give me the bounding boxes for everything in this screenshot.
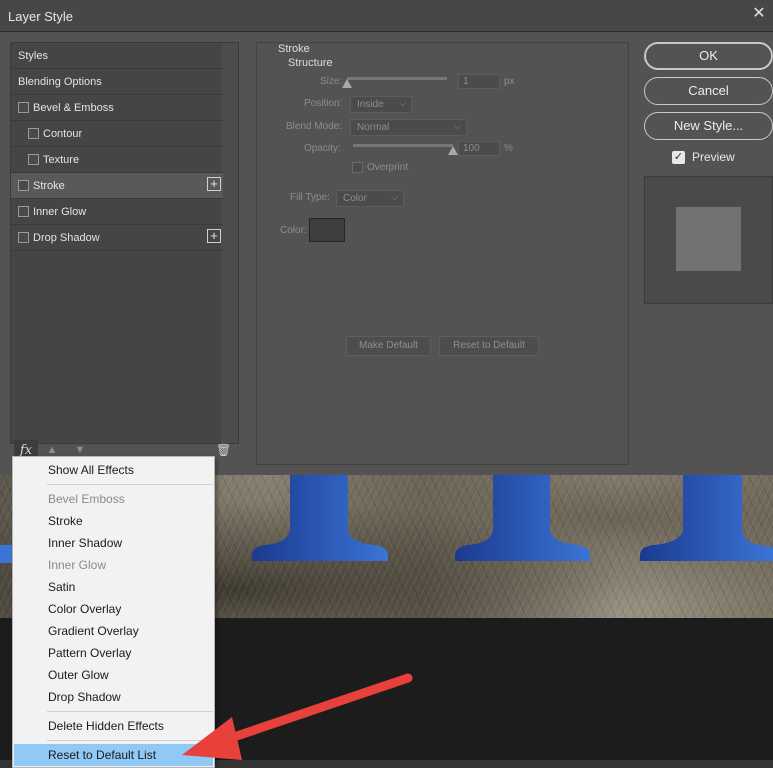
reset-to-default-button[interactable]: Reset to Default [439,336,539,356]
stroke-options-panel: Stroke Structure Size: 1 px Position: In… [256,42,629,465]
overprint-label: Overprint [367,162,409,173]
blue-shape [455,475,590,561]
opacity-label: Opacity: [304,143,341,154]
preview-label: Preview [692,150,735,164]
fill-type-value: Color [343,193,367,204]
cancel-button[interactable]: Cancel [644,77,773,105]
blue-shape [0,545,12,563]
style-label: Stroke [33,180,65,192]
style-label: Contour [43,128,83,140]
style-checkbox[interactable] [18,206,29,217]
move-up-icon[interactable]: ▲ [46,444,58,456]
opacity-slider-thumb[interactable] [448,146,458,155]
stroke-heading: Stroke [278,43,310,55]
position-select[interactable]: Inside ⌵ [350,96,412,113]
blend-mode-label: Blend Mode: [286,121,343,132]
menu-item-stroke[interactable]: Stroke [14,510,213,532]
style-checkbox[interactable] [18,102,29,113]
style-label: Inner Glow [33,206,87,218]
style-label: Bevel & Emboss [33,102,114,114]
menu-item-inner-shadow[interactable]: Inner Shadow [14,532,213,554]
fill-type-label: Fill Type: [290,192,330,203]
styles-list-scrollbar[interactable] [221,43,238,443]
style-label: Drop Shadow [33,232,100,244]
style-checkbox[interactable] [18,232,29,243]
style-checkbox[interactable] [28,128,39,139]
chevron-down-icon: ⌵ [391,192,398,202]
size-unit: px [504,76,515,87]
style-row-styles[interactable]: Styles [11,43,223,69]
preview-checkbox[interactable]: ✓ [672,151,685,164]
blend-mode-select[interactable]: Normal ⌵ [350,119,467,136]
blend-mode-value: Normal [357,122,390,133]
menu-item-color-overlay[interactable]: Color Overlay [14,598,213,620]
move-down-icon[interactable]: ▼ [74,444,86,456]
menu-separator [47,740,213,741]
style-label: Styles [18,50,48,62]
new-style-button[interactable]: New Style... [644,112,773,140]
menu-item-reset-to-default-list[interactable]: Reset to Default List [14,744,213,766]
opacity-slider[interactable] [353,144,453,147]
title-bar: Layer Style ✕ [0,0,773,32]
window-title: Layer Style [8,9,74,24]
menu-item-satin[interactable]: Satin [14,576,213,598]
opacity-field[interactable]: 100 [458,141,500,156]
trash-icon[interactable]: 🗑 [216,443,231,457]
style-row-stroke[interactable]: Stroke + [11,173,223,199]
position-value: Inside [357,99,384,110]
menu-item-outer-glow[interactable]: Outer Glow [14,664,213,686]
size-field[interactable]: 1 [458,74,500,89]
stroke-color-swatch[interactable] [309,218,345,242]
fill-type-select[interactable]: Color ⌵ [336,190,404,207]
size-label: Size: [320,76,343,87]
style-row-drop-shadow[interactable]: Drop Shadow + [11,225,223,251]
ok-button[interactable]: OK [644,42,773,70]
close-icon[interactable]: ✕ [749,4,769,24]
color-label: Color: [280,225,307,236]
menu-item-drop-shadow[interactable]: Drop Shadow [14,686,213,708]
style-row-blending-options[interactable]: Blending Options [11,69,223,95]
menu-item-show-all-effects[interactable]: Show All Effects [14,459,213,481]
style-label: Texture [43,154,80,166]
style-row-bevel-emboss[interactable]: Bevel & Emboss [11,95,223,121]
chevron-down-icon: ⌵ [454,121,461,131]
size-slider-thumb[interactable] [342,79,352,88]
menu-item-gradient-overlay[interactable]: Gradient Overlay [14,620,213,642]
chevron-down-icon: ⌵ [399,98,406,108]
overprint-checkbox[interactable] [352,162,363,173]
menu-item-bevel-emboss: Bevel Emboss [48,492,125,506]
menu-item-delete-hidden-effects[interactable]: Delete Hidden Effects [14,715,213,737]
size-slider[interactable] [347,77,447,80]
menu-separator [47,484,213,485]
fx-menu: Show All Effects Bevel Emboss Stroke Inner … [12,456,215,768]
opacity-unit: % [504,143,513,154]
structure-heading: Structure [288,57,333,69]
position-label: Position: [304,98,343,109]
style-checkbox[interactable] [18,180,29,191]
add-effect-icon[interactable]: + [207,229,221,243]
blue-shape [252,475,388,561]
add-effect-icon[interactable]: + [207,177,221,191]
style-row-inner-glow[interactable]: Inner Glow [11,199,223,225]
style-row-texture[interactable]: Texture [11,147,223,173]
styles-list: Styles Blending Options Bevel & Emboss Cont… [10,42,239,444]
blue-shape [640,475,773,561]
menu-item-pattern-overlay[interactable]: Pattern Overlay [14,642,213,664]
preview-swatch [676,207,741,271]
style-label: Blending Options [18,76,102,88]
menu-separator [47,711,213,712]
style-checkbox[interactable] [28,154,39,165]
style-row-contour[interactable]: Contour [11,121,223,147]
menu-item-inner-glow: Inner Glow [48,558,107,572]
make-default-button[interactable]: Make Default [346,336,431,356]
